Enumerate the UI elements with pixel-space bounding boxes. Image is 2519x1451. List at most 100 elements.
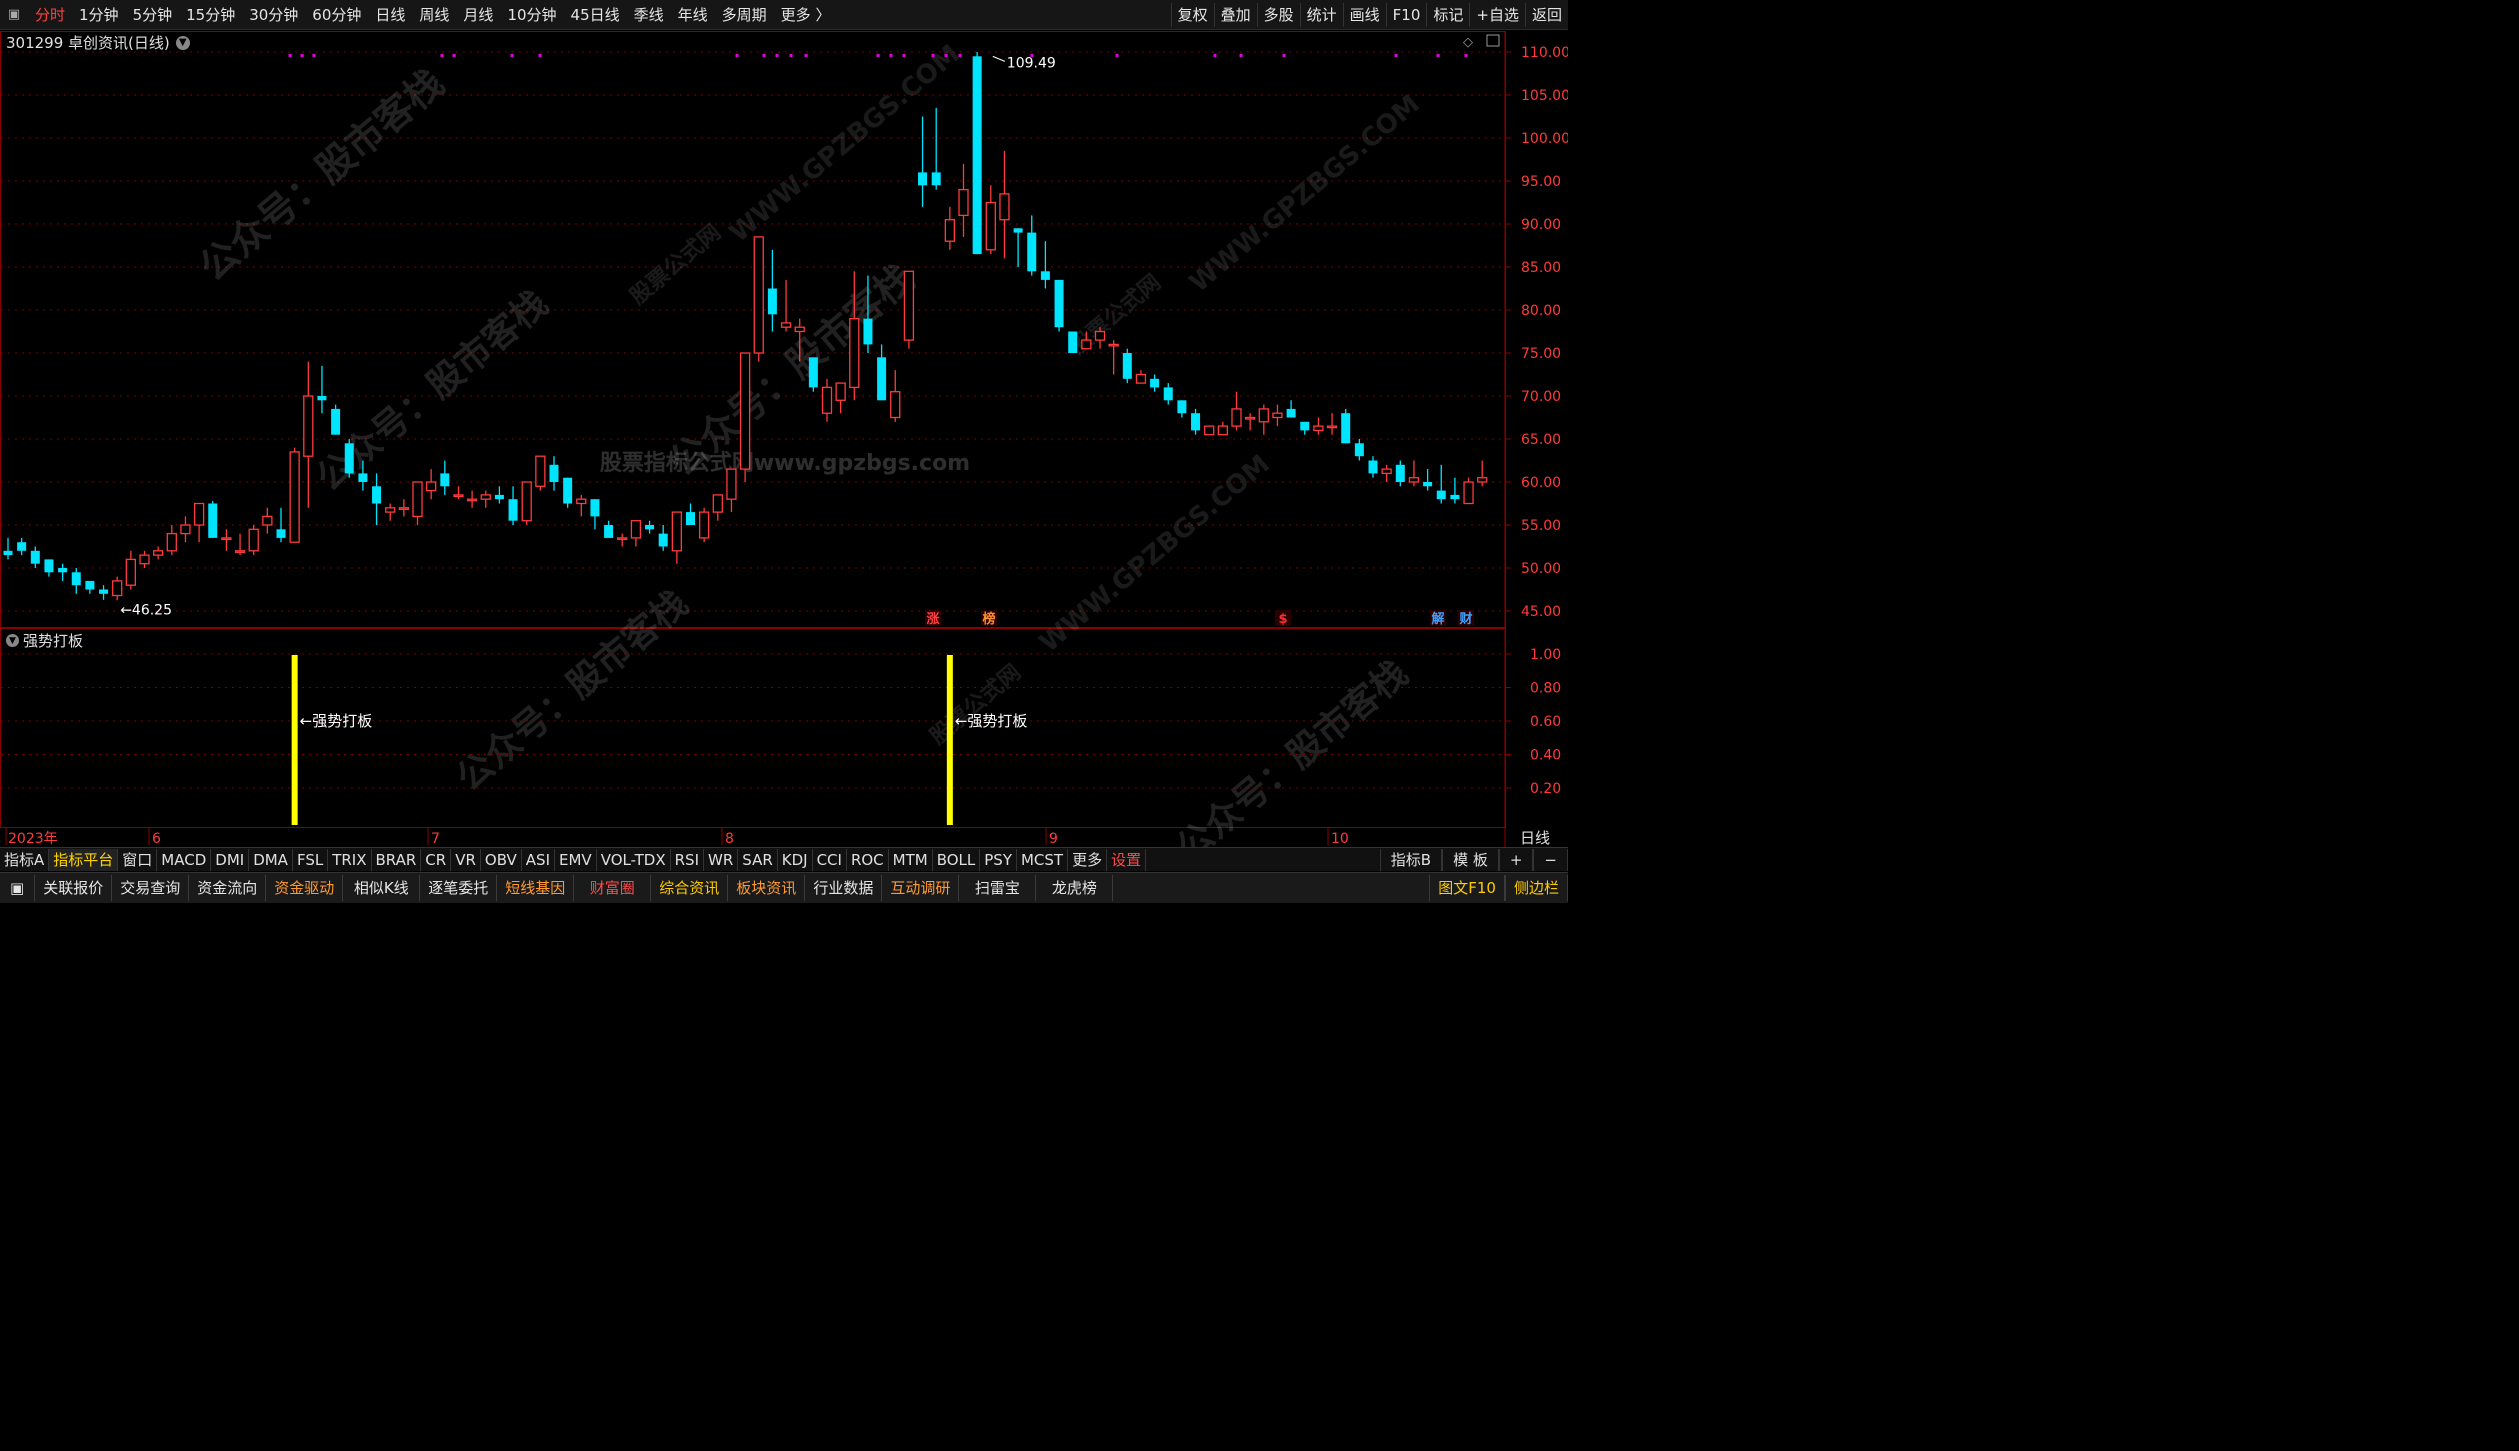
indicator-tab[interactable]: 更多 [1068,848,1108,871]
indicator-tab[interactable]: RSI [671,848,704,871]
window-menu-icon[interactable]: ▣ [0,0,28,30]
period-tab[interactable]: 15分钟 [179,4,242,25]
period-tab[interactable]: 45日线 [564,4,627,25]
bottom-button[interactable]: 互动调研 [882,875,960,901]
toolbar-button[interactable]: +自选 [1469,3,1525,27]
bottom-button[interactable]: 扫雷宝 [959,875,1037,901]
period-tab[interactable]: 10分钟 [500,4,563,25]
period-tab[interactable]: 30分钟 [242,4,305,25]
indicator-tab[interactable]: PSY [980,848,1017,871]
candle-body [1258,408,1269,423]
price-tick-label: 70.00 [1521,389,1561,405]
indicator-tab[interactable]: WR [704,848,739,871]
indicator-tab[interactable]: DMI [211,848,250,871]
toolbar-button[interactable]: F10 [1385,3,1427,27]
period-tab[interactable]: 60分钟 [305,4,368,25]
toolbar-button[interactable]: 返回 [1524,3,1568,27]
date-label: 2023年 [8,831,58,847]
indicator-tab[interactable]: 指标A [0,848,50,871]
chart-area[interactable]: 110.00 105.00 100.00 95.00 90.00 85.00 80.00 75… [0,31,1570,869]
diamond-icon[interactable]: ◇ [1463,35,1473,50]
period-tab[interactable]: 5分钟 [126,4,180,25]
event-marker[interactable]: 涨 [925,612,939,627]
candle-body [753,236,764,354]
toolbar-button[interactable]: 复权 [1170,3,1214,27]
candle-body [958,188,969,217]
bottom-button[interactable]: 关联报价 [35,875,113,901]
indicator-tab[interactable]: ASI [522,848,556,871]
indicator-tab[interactable]: DMA [249,848,293,871]
toolbar-button[interactable]: 画线 [1342,3,1386,27]
indicator-tab[interactable]: MACD [157,848,212,871]
period-tab[interactable]: 周线 [412,4,456,25]
candle-body [234,550,246,553]
indicator-tab[interactable]: CCI [813,848,847,871]
event-marker[interactable]: 解 [1430,611,1444,627]
indicator-tab[interactable]: 窗口 [118,848,158,871]
toolbar-button[interactable]: 统计 [1299,3,1343,27]
toolbar-button[interactable]: 多股 [1256,3,1300,27]
bottom-function-bar: ▣ 关联报价 交易查询 资金流向 资金驱动 相似K线 逐笔委托 短线基因 财富圈 综合资讯 板块资… [0,872,1568,903]
period-tab[interactable]: 年线 [671,4,715,25]
bottom-button[interactable]: 交易查询 [112,875,190,901]
price-tick-label: 80.00 [1521,303,1561,319]
bottom-button[interactable]: 逐笔委托 [420,875,498,901]
indicator-tab-right[interactable]: + [1498,849,1534,871]
period-tab[interactable]: 季线 [627,4,671,25]
bottom-button[interactable]: 综合资讯 [651,875,729,901]
bottom-right-button[interactable]: 图文F10 [1429,875,1505,901]
toolbar-button[interactable]: 标记 [1426,3,1469,27]
bottom-button[interactable]: 资金驱动 [266,875,344,901]
candle-body [944,219,955,242]
bottom-button[interactable]: 短线基因 [497,875,575,901]
event-dot-marker [902,54,906,57]
period-tab[interactable]: 1分钟 [72,4,126,25]
indicator-tab[interactable]: VOL-TDX [597,848,671,871]
price-tick-label: 60.00 [1521,475,1561,491]
bottom-button[interactable]: 龙虎榜 [1036,875,1114,901]
indicator-tab-right[interactable]: 指标B [1379,849,1443,871]
event-marker[interactable]: 榜 [982,611,995,627]
indicator-tab[interactable]: TRIX [328,848,372,871]
event-dot-marker [762,54,766,57]
indicator-tab[interactable]: 指标平台 [49,848,119,871]
panel-toggle-icon[interactable]: ▣ [0,875,36,901]
candle-body [276,529,286,538]
bottom-button[interactable]: 财富圈 [574,875,652,901]
indicator-tab[interactable]: MCST [1017,848,1069,871]
indicator-tab-right[interactable]: − [1533,849,1568,871]
indicator-tab[interactable]: ROC [847,848,889,871]
bottom-button[interactable]: 行业数据 [805,875,883,901]
indicator-tab[interactable]: SAR [738,848,778,871]
event-marker[interactable]: 财 [1459,611,1472,627]
period-tab[interactable]: 日线 [368,4,412,25]
candlestick-chart[interactable]: 110.00105.00100.0095.0090.0085.0080.0075… [0,31,1570,869]
toolbar-button[interactable]: 叠加 [1213,3,1257,27]
indicator-tab[interactable]: 设置 [1107,848,1147,871]
indicator-tab-right[interactable]: 模 板 [1442,849,1499,871]
indicator-tab[interactable]: KDJ [778,848,813,871]
candle-body [808,357,818,388]
period-tab[interactable]: 多周期 [715,4,774,25]
bottom-right-button[interactable]: 侧边栏 [1504,875,1568,901]
candle-body [1354,443,1364,457]
candle-body [99,589,109,594]
indicator-tab[interactable]: BRAR [372,848,422,871]
period-tab[interactable]: 更多 〉 [774,4,838,25]
layout-icon[interactable] [1486,34,1500,47]
bottom-button[interactable]: 板块资讯 [728,875,806,901]
bottom-button[interactable]: 资金流向 [189,875,267,901]
candle-body [863,318,873,345]
indicator-tab[interactable]: OBV [481,848,522,871]
indicator-tab[interactable]: MTM [889,848,933,871]
indicator-tab[interactable]: FSL [293,848,329,871]
bottom-button[interactable]: 相似K线 [343,875,421,901]
watermark-text: 公众号：股市客栈 [449,583,696,800]
indicator-tab[interactable]: VR [451,848,481,871]
indicator-tab[interactable]: EMV [555,848,597,871]
period-tab[interactable]: 月线 [456,4,500,25]
event-marker[interactable]: $ [1278,612,1287,627]
period-tab[interactable]: 分时 [28,4,72,25]
indicator-tab[interactable]: BOLL [933,848,981,871]
indicator-tab[interactable]: CR [421,848,452,871]
